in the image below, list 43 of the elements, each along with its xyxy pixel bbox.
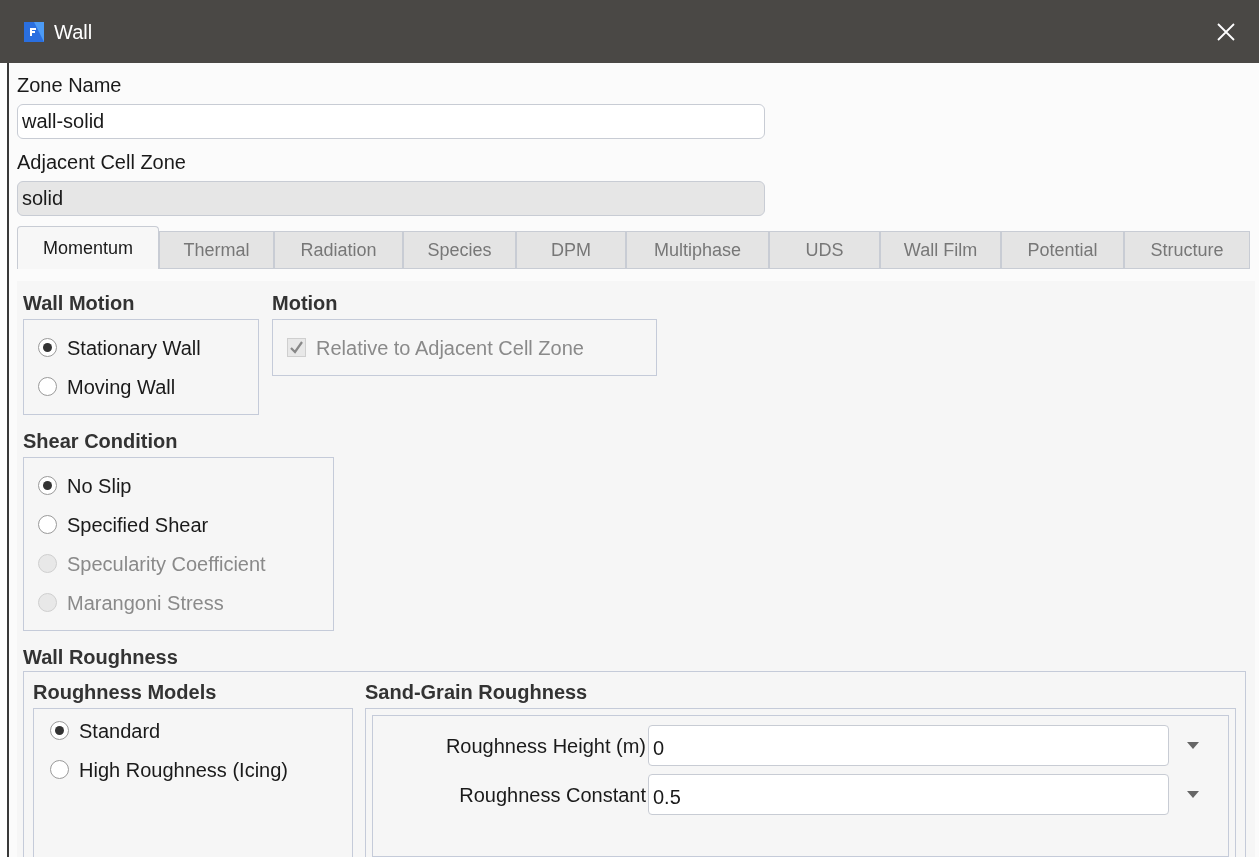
tab[interactable]: Structure — [1124, 231, 1250, 269]
text-field[interactable]: wall-solid — [17, 104, 765, 139]
app-logo-icon — [24, 21, 44, 42]
close-icon[interactable] — [1217, 22, 1235, 41]
tab[interactable]: Multiphase — [626, 231, 769, 269]
tab[interactable]: Species — [403, 231, 516, 269]
radio-label: Moving Wall — [67, 374, 176, 400]
radio-label: High Roughness (Icing) — [79, 757, 288, 783]
section-heading: Roughness Models — [33, 680, 218, 704]
tab[interactable]: Potential — [1001, 231, 1124, 269]
field-label: Roughness Constant — [458, 782, 647, 808]
field-label: Roughness Height (m) — [444, 733, 647, 759]
tab[interactable]: Radiation — [274, 231, 403, 269]
radio-label: Marangoni Stress — [67, 590, 224, 616]
checkbox-label: Relative to Adjacent Cell Zone — [316, 335, 584, 361]
section-heading: Wall Motion — [23, 292, 135, 314]
section-heading: Wall Roughness — [23, 645, 179, 669]
dropdown-caret-icon[interactable] — [1187, 791, 1199, 798]
window-title: Wall — [54, 19, 93, 45]
tab[interactable]: Momentum — [17, 226, 159, 269]
radio-label: Specularity Coefficient — [67, 551, 266, 577]
radio-button[interactable] — [38, 515, 57, 534]
section-heading: Shear Condition — [23, 430, 178, 452]
text-field[interactable]: 0.5 — [648, 774, 1169, 815]
text-field[interactable]: 0 — [648, 725, 1169, 766]
radio-label: Stationary Wall — [67, 335, 201, 361]
tab[interactable]: UDS — [769, 231, 880, 269]
field-label: Adjacent Cell Zone — [17, 150, 187, 174]
radio-button[interactable] — [50, 760, 69, 779]
radio-button[interactable] — [38, 476, 57, 495]
radio-label: No Slip — [67, 473, 132, 499]
radio-button[interactable] — [38, 338, 57, 357]
tab[interactable]: Thermal — [159, 231, 274, 269]
tab[interactable]: DPM — [516, 231, 626, 269]
radio-label: Specified Shear — [67, 512, 209, 538]
field-label: Zone Name — [17, 73, 123, 97]
dropdown-caret-icon[interactable] — [1187, 742, 1199, 749]
radio-button[interactable] — [50, 721, 69, 740]
section-heading: Motion — [272, 292, 338, 314]
tab[interactable]: Wall Film — [880, 231, 1001, 269]
radio-label: Standard — [79, 718, 161, 744]
radio-button[interactable] — [38, 377, 57, 396]
section-heading: Sand-Grain Roughness — [365, 680, 589, 704]
